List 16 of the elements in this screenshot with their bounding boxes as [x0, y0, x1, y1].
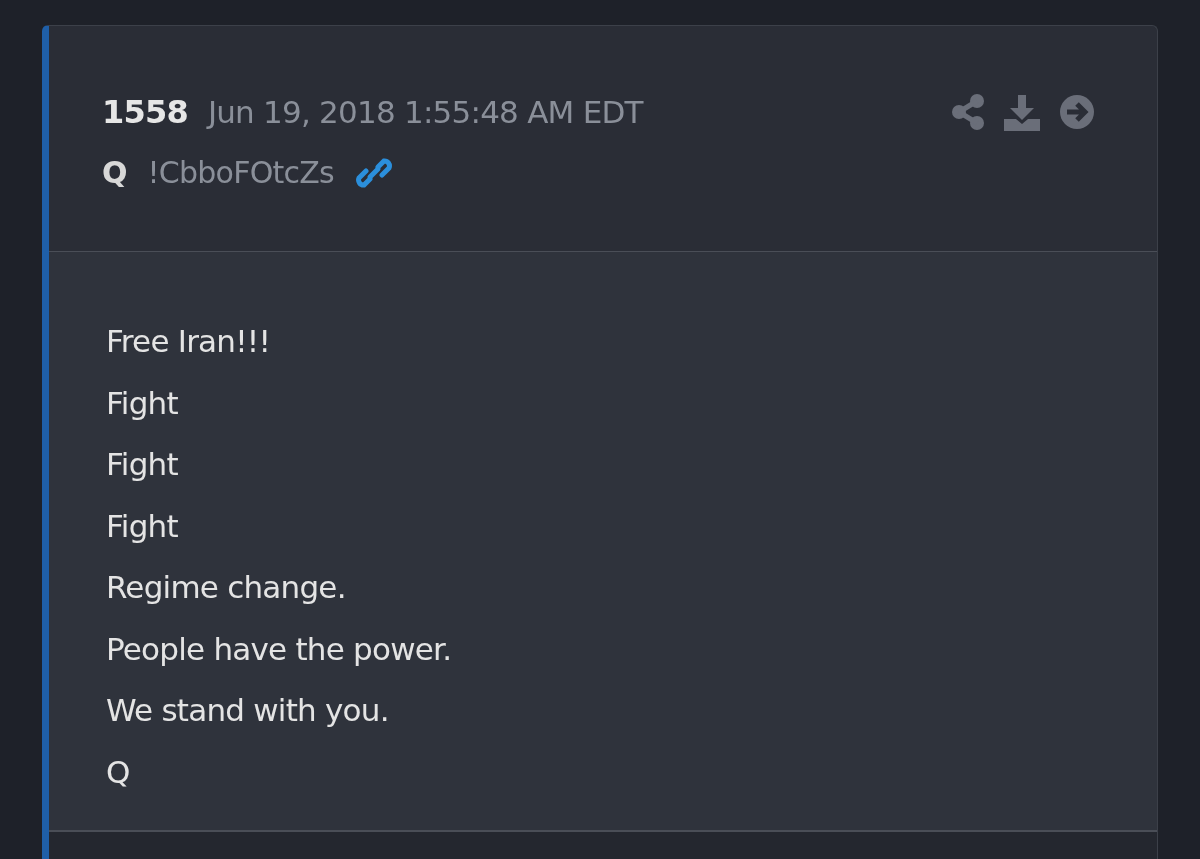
link-icon[interactable] [356, 156, 392, 189]
message-line: Fight [106, 383, 179, 423]
tripcode: !CbboFOtcZs [147, 154, 334, 192]
share-icon[interactable] [951, 94, 985, 130]
message-line: Regime change. [106, 568, 347, 607]
message-line: We stand with you. [106, 691, 390, 730]
message-line: Fight [106, 506, 179, 546]
message-line: Fight [106, 445, 179, 484]
message-line: People have the power. [106, 629, 453, 669]
author-name: Q [102, 154, 128, 192]
message-line: Free Iran!!! [106, 322, 272, 361]
download-icon[interactable] [1003, 94, 1041, 132]
post-number: 1558 [102, 92, 188, 133]
arrow-right-circle-icon[interactable] [1059, 94, 1095, 130]
message-line: Q [106, 752, 131, 792]
post-date: Jun 19, 2018 1:55:48 AM EDT [207, 93, 643, 132]
